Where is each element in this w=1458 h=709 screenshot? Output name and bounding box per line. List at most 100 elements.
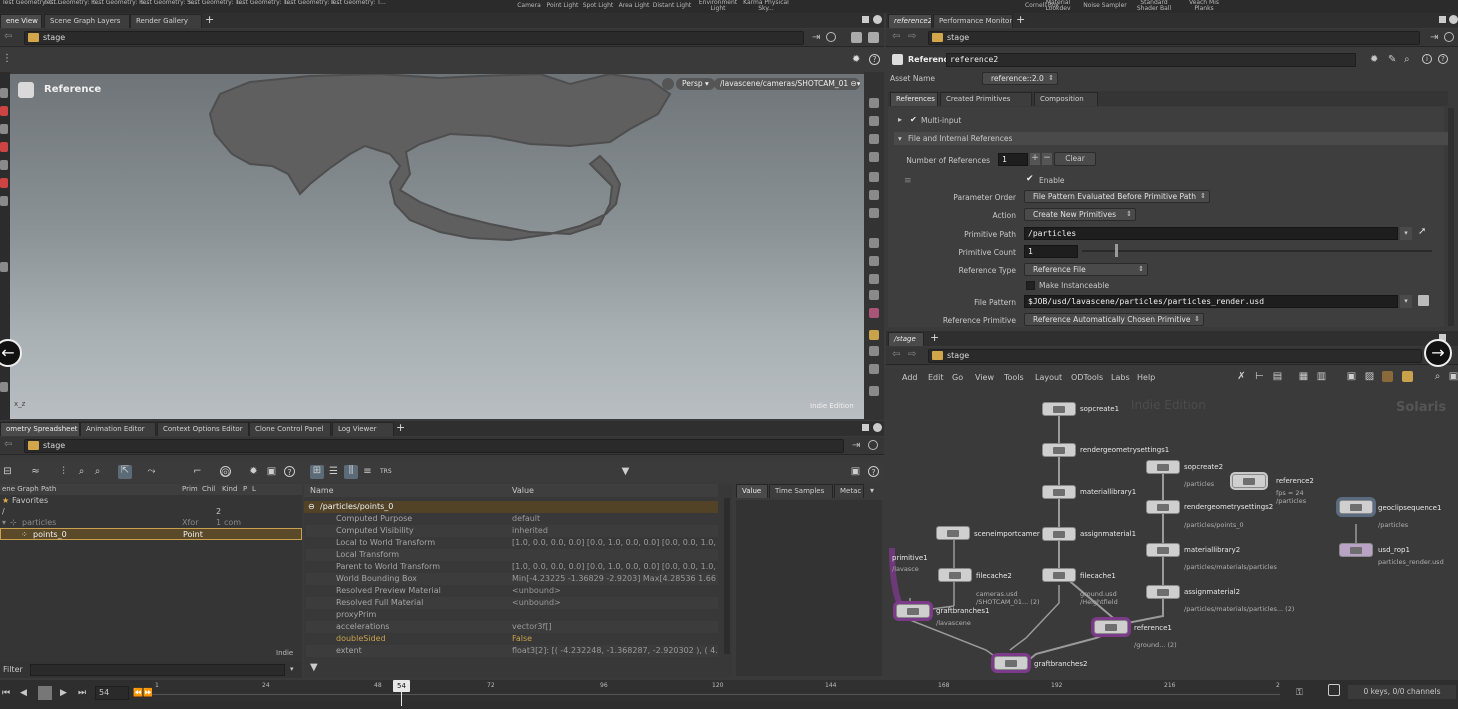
make-instanceable-checkbox[interactable] — [1026, 281, 1035, 290]
back-arrow-icon[interactable]: ⇦ — [4, 439, 12, 450]
ghost-icon[interactable] — [869, 116, 879, 126]
file-pattern-menu-icon[interactable]: ▾ — [1400, 295, 1412, 308]
node-filecache1[interactable] — [1042, 568, 1076, 582]
pane-maximize-icon[interactable] — [862, 16, 869, 23]
link-icon[interactable] — [1444, 32, 1454, 42]
prim-count-slider-handle[interactable] — [1115, 244, 1118, 257]
grid-icon[interactable]: ▦ — [1298, 371, 1309, 382]
shading-icon[interactable] — [869, 134, 879, 144]
grid-icon[interactable] — [869, 290, 879, 300]
add-tab-icon[interactable]: + — [396, 421, 405, 434]
columns-icon[interactable]: ⫶ — [58, 466, 69, 477]
render-icon[interactable] — [869, 256, 879, 266]
shelf-environment-light[interactable]: Environment Light — [694, 0, 742, 12]
draw-mode-icon[interactable]: ⤳ — [146, 466, 157, 477]
param-order-dropdown[interactable]: File Pattern Evaluated Before Primitive … — [1024, 190, 1210, 203]
path-field[interactable]: stage — [24, 31, 804, 45]
pin-icon[interactable]: ⇥ — [812, 32, 820, 43]
property-row[interactable]: Resolved Full Material <unbound> — [306, 597, 718, 609]
drag-handle-icon[interactable]: ≡ — [904, 176, 912, 186]
shelf-distant-light[interactable]: Distant Light — [652, 3, 692, 9]
trs-icon[interactable]: TRS — [380, 466, 392, 477]
tab-scene-view[interactable]: ene View — [0, 14, 42, 28]
property-row[interactable]: extent float3[2]: [( -4.232248, -1.368287… — [306, 645, 718, 657]
pane-menu-icon[interactable] — [1449, 15, 1458, 24]
prim-count-input[interactable]: 1 — [1024, 245, 1078, 258]
property-row[interactable]: doubleSided False — [306, 633, 718, 645]
image-icon[interactable]: ▣ — [1346, 371, 1357, 382]
shelf-area-light[interactable]: Area Light — [617, 3, 651, 9]
link-icon[interactable] — [826, 32, 836, 42]
camera-menu[interactable]: /lavascene/cameras/SHOTCAM_01 ⊖▾ — [714, 78, 860, 90]
tab-references[interactable]: References — [890, 92, 938, 106]
camera-icon[interactable]: ▣ — [1448, 371, 1458, 382]
prim-path-input[interactable]: /particles — [1024, 227, 1398, 240]
property-row[interactable]: accelerations vector3f[] — [306, 621, 718, 633]
nav-right-arrow-icon[interactable]: → — [1424, 339, 1452, 367]
tab-metadata[interactable]: Metac — [834, 484, 864, 498]
realtime-icon[interactable] — [1328, 684, 1340, 696]
shelf-camera[interactable]: Camera — [514, 3, 544, 9]
params-scrollbar[interactable] — [1448, 108, 1454, 326]
material-icon[interactable] — [869, 308, 879, 318]
property-row[interactable]: Computed Visibility inherited — [306, 525, 718, 537]
node-sopcreate2[interactable] — [1146, 460, 1180, 474]
add-tab-icon[interactable]: + — [205, 13, 214, 26]
add-tab-icon[interactable]: + — [1016, 13, 1025, 26]
num-refs-input[interactable]: 1 — [998, 153, 1028, 166]
camera-tool-icon[interactable] — [869, 238, 879, 248]
viewer-help-icon[interactable]: ? — [869, 54, 880, 65]
search-icon[interactable]: ⌕ — [1404, 54, 1410, 65]
pose-tool-icon[interactable] — [0, 178, 8, 188]
lock-camera-icon[interactable] — [662, 78, 674, 90]
clear-button[interactable]: Clear — [1054, 152, 1096, 166]
file-pattern-input[interactable]: $JOB/usd/lavascene/particles/particles_r… — [1024, 295, 1398, 308]
stop-icon[interactable] — [38, 686, 52, 700]
bounding-box-icon[interactable]: ⌐ — [192, 466, 203, 477]
info-icon[interactable]: i — [1422, 54, 1432, 64]
pane-maximize-icon[interactable] — [1439, 16, 1446, 23]
node-name-input[interactable]: reference2 — [946, 53, 1356, 67]
funnel-icon[interactable]: ▼ — [310, 662, 318, 673]
asset-name-dropdown[interactable]: reference::2.0 — [982, 72, 1058, 85]
search-icon[interactable]: ⌕ — [1432, 371, 1443, 382]
node-rendergeometrysettings2[interactable] — [1146, 500, 1180, 514]
menu-odtools[interactable]: ODTools — [1071, 373, 1103, 382]
key-icon[interactable]: ⚿ — [1296, 688, 1303, 698]
filter-options-icon[interactable]: ≈ — [30, 466, 41, 477]
tab-context-options-editor[interactable]: Context Options Editor — [157, 422, 249, 436]
forward-arrow-icon[interactable]: ⇨ — [908, 349, 916, 360]
gear-icon[interactable]: ✹ — [1370, 54, 1378, 65]
property-row[interactable]: Parent to World Transform [1.0, 0.0, 0.0,… — [306, 561, 718, 573]
property-row[interactable]: Computed Purpose default — [306, 513, 718, 525]
background-icon[interactable] — [869, 208, 879, 218]
menu-help[interactable]: Help — [1137, 373, 1155, 382]
search-icon[interactable]: ⌕ — [76, 466, 87, 477]
persp-menu[interactable]: Persp ▾ — [676, 78, 715, 90]
value-panel-menu-icon[interactable]: ▾ — [870, 486, 874, 495]
list-icon[interactable]: ▥ — [1316, 371, 1327, 382]
frame-input[interactable]: 54 — [95, 686, 129, 700]
scale-tool-icon[interactable] — [0, 142, 8, 152]
pane-menu-icon[interactable] — [873, 15, 882, 24]
add-tab-icon[interactable]: + — [930, 331, 939, 344]
node-materiallibrary1[interactable] — [1042, 485, 1076, 499]
tab-performance-monitor[interactable]: Performance Monitor — [933, 14, 1013, 28]
help-icon[interactable]: ? — [1438, 54, 1448, 64]
shelf-tool-test-geometry-s[interactable]: Test Geometry: S... — [140, 0, 197, 6]
pane-maximize-icon[interactable] — [862, 424, 869, 431]
shelf-standard-shader-ball[interactable]: Standard Shader Ball — [1134, 0, 1174, 12]
shelf-tool-test-geometry-t3[interactable]: Test Geometry: T... — [284, 0, 340, 6]
tab-composition[interactable]: Composition — [1034, 92, 1098, 106]
play-reverse-icon[interactable]: ◀ — [20, 688, 27, 698]
properties-path-row[interactable]: ⊖ /particles/points_0 — [304, 501, 718, 513]
palette-icon[interactable] — [1382, 371, 1393, 382]
shelf-tool-test-geometry-t1[interactable]: Test Geometry: T... — [188, 0, 244, 6]
remove-ref-button[interactable]: − — [1042, 153, 1052, 165]
multi-input-expand-icon[interactable]: ▸ — [898, 115, 902, 124]
tab-reference2[interactable]: reference2 — [888, 14, 932, 28]
forward-arrow-icon[interactable]: ⇨ — [908, 31, 916, 42]
settings-icon[interactable]: ✹ — [248, 466, 259, 477]
selection-sync-icon[interactable]: ⇱ — [118, 465, 132, 479]
select-tool-icon[interactable] — [0, 88, 8, 98]
